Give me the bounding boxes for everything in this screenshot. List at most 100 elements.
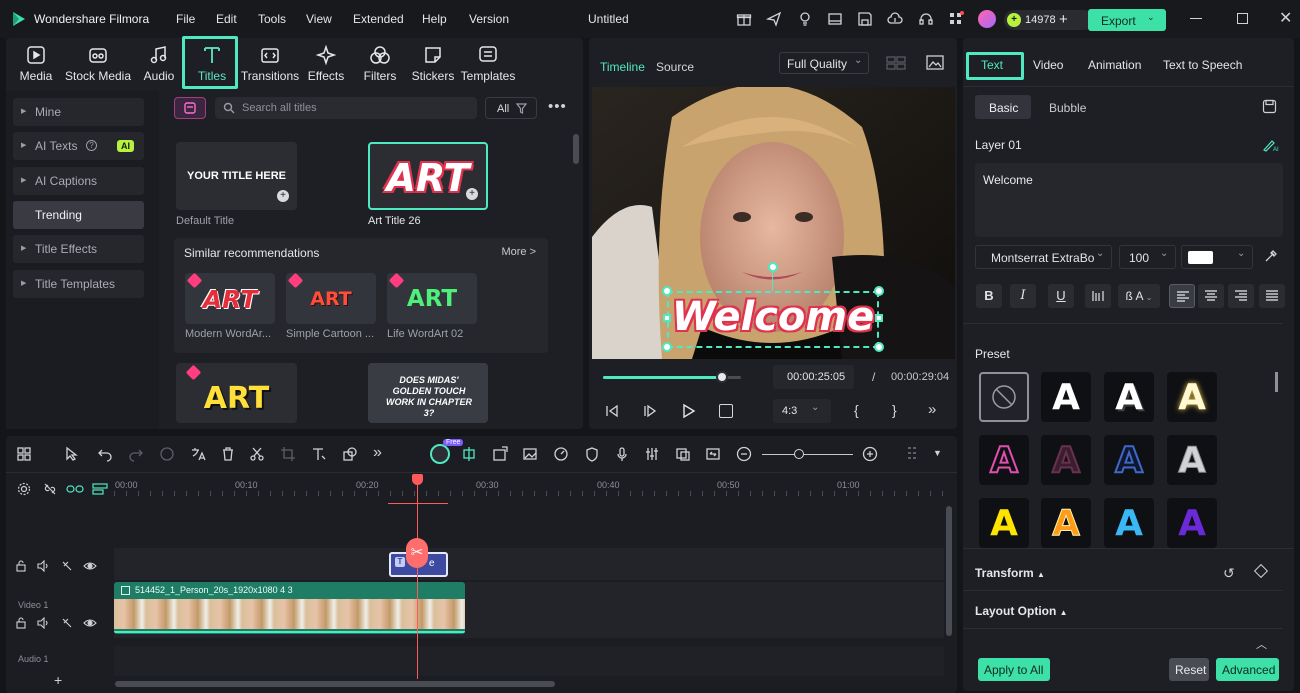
zoom-slider-handle[interactable]	[794, 449, 804, 459]
transform-section[interactable]: Transform ▲	[975, 566, 1045, 580]
quality-select[interactable]: Full Quality ⌄	[779, 52, 869, 74]
previous-frame-icon[interactable]	[604, 403, 620, 419]
preset-pink-outline[interactable]: A	[979, 435, 1029, 485]
grid-view-icon[interactable]	[886, 56, 906, 70]
tab-filters[interactable]: Filters	[352, 44, 408, 86]
preset-dark-pink[interactable]: A	[1041, 435, 1091, 485]
tab-text-to-speech[interactable]: Text to Speech	[1163, 58, 1242, 72]
more-controls-icon[interactable]: »	[928, 401, 936, 418]
play-icon[interactable]	[680, 403, 696, 419]
credits-pill[interactable]: + 14978 +	[1004, 10, 1094, 30]
text-case-select[interactable]: ß A ⌄	[1118, 284, 1160, 308]
align-right-button[interactable]	[1228, 284, 1254, 308]
reset-button[interactable]: Reset	[1169, 658, 1209, 681]
resize-handle-br[interactable]	[874, 342, 884, 352]
menu-edit[interactable]: Edit	[216, 12, 237, 26]
tab-text[interactable]: Text	[981, 58, 1003, 72]
minimize-icon[interactable]	[1190, 18, 1202, 19]
font-size-select[interactable]: 100 ⌄	[1119, 245, 1176, 269]
tab-effects[interactable]: Effects	[298, 44, 354, 86]
preset-none[interactable]	[979, 372, 1029, 422]
apply-to-all-button[interactable]: Apply to All	[978, 658, 1050, 681]
close-icon[interactable]: ✕	[1279, 8, 1292, 28]
spacing-button[interactable]	[1085, 284, 1111, 308]
cloud-upload-icon[interactable]	[887, 11, 903, 27]
layout-icon[interactable]	[827, 11, 843, 27]
resize-handle-r[interactable]	[875, 314, 883, 322]
preset-sky-blue[interactable]: A	[1104, 498, 1154, 548]
subtab-bubble[interactable]: Bubble	[1049, 101, 1086, 115]
text-content-input[interactable]: Welcome	[975, 163, 1283, 237]
add-track-icon[interactable]: +	[54, 672, 62, 688]
preset-white-shadow[interactable]: A	[1104, 372, 1154, 422]
tab-audio[interactable]: Audio	[131, 44, 187, 86]
ai-pen-icon[interactable]: AI	[1262, 138, 1280, 152]
add-icon[interactable]: +	[466, 188, 478, 200]
library-scrollbar[interactable]	[573, 134, 579, 164]
tab-stock-media[interactable]: Stock Media	[64, 44, 132, 86]
apps-grid-icon[interactable]	[948, 11, 964, 27]
tab-media[interactable]: Media	[8, 44, 64, 86]
tab-stickers[interactable]: Stickers	[405, 44, 461, 86]
underline-button[interactable]: U	[1048, 284, 1074, 308]
sidebar-item-title-templates[interactable]: ▶ Title Templates	[13, 270, 144, 298]
align-left-button[interactable]	[1169, 284, 1195, 308]
menu-tools[interactable]: Tools	[258, 12, 286, 26]
search-input[interactable]: Search all titles	[215, 97, 477, 119]
more-options-icon[interactable]: •••	[548, 98, 567, 115]
title-card-art-26[interactable]: ART +	[368, 142, 488, 210]
tab-animation[interactable]: Animation	[1088, 58, 1141, 72]
preset-blue-outline[interactable]: A	[1104, 435, 1154, 485]
bold-button[interactable]: B	[976, 284, 1002, 308]
save-preset-icon[interactable]	[1262, 99, 1277, 114]
preset-gold-glow[interactable]: A	[1167, 372, 1217, 422]
similar-card-3[interactable]: ART	[387, 273, 477, 324]
sidebar-item-mine[interactable]: ▶ Mine	[13, 98, 144, 126]
chevron-up-icon[interactable]: ︿	[1256, 636, 1267, 652]
zoom-slider[interactable]	[762, 454, 853, 455]
ai-title-button[interactable]	[174, 97, 206, 119]
more-link[interactable]: More >	[501, 246, 536, 258]
menu-help[interactable]: Help	[422, 12, 447, 26]
add-credits-icon[interactable]: +	[1059, 11, 1068, 28]
send-icon[interactable]	[766, 11, 782, 27]
avatar[interactable]	[978, 10, 996, 28]
advanced-button[interactable]: Advanced	[1216, 658, 1279, 681]
mark-out-icon[interactable]: }	[892, 402, 897, 418]
sidebar-item-trending[interactable]: Trending	[13, 201, 144, 229]
tab-video[interactable]: Video	[1033, 58, 1063, 72]
resize-handle-tr[interactable]	[874, 286, 884, 296]
preset-white[interactable]: A	[1041, 372, 1091, 422]
snapshot-icon[interactable]	[926, 55, 944, 71]
sidebar-item-ai-captions[interactable]: ▶ AI Captions	[13, 167, 144, 195]
title-card-comic[interactable]: DOES MIDAS' GOLDEN TOUCH WORK IN CHAPTER…	[368, 363, 488, 423]
video-preview[interactable]: Welcome	[592, 87, 955, 359]
menu-view[interactable]: View	[306, 12, 332, 26]
title-card-art-yellow[interactable]: ART	[176, 363, 297, 423]
similar-card-2[interactable]: ART	[286, 273, 376, 324]
resize-handle-bl[interactable]	[662, 342, 672, 352]
tab-titles[interactable]: Titles	[184, 44, 240, 86]
preset-silver[interactable]: A	[1167, 435, 1217, 485]
headset-icon[interactable]	[918, 11, 934, 27]
menu-file[interactable]: File	[176, 12, 195, 26]
save-icon[interactable]	[857, 11, 873, 27]
tab-source[interactable]: Source	[656, 60, 694, 74]
playback-progress[interactable]	[603, 371, 741, 383]
rotate-handle[interactable]	[768, 262, 778, 272]
maximize-icon[interactable]	[1237, 13, 1248, 24]
reset-transform-icon[interactable]: ↺	[1223, 565, 1235, 582]
sidebar-item-ai-texts[interactable]: ▶ AI Texts ? AI	[13, 132, 144, 160]
resize-handle-l[interactable]	[663, 314, 671, 322]
font-family-select[interactable]: Montserrat ExtraBo ⌄	[975, 245, 1112, 269]
preset-orange[interactable]: A	[1041, 498, 1091, 548]
export-button[interactable]: Export ⌄	[1088, 9, 1166, 31]
text-color-select[interactable]: ⌄	[1181, 245, 1253, 269]
preset-yellow[interactable]: A	[979, 498, 1029, 548]
ai-robot-icon[interactable]	[430, 444, 450, 464]
resize-handle-tl[interactable]	[662, 286, 672, 296]
mark-in-icon[interactable]: {	[854, 402, 859, 418]
filter-all-button[interactable]: All	[485, 97, 537, 119]
playhead-handle[interactable]	[412, 474, 423, 485]
tab-timeline[interactable]: Timeline	[600, 60, 645, 74]
